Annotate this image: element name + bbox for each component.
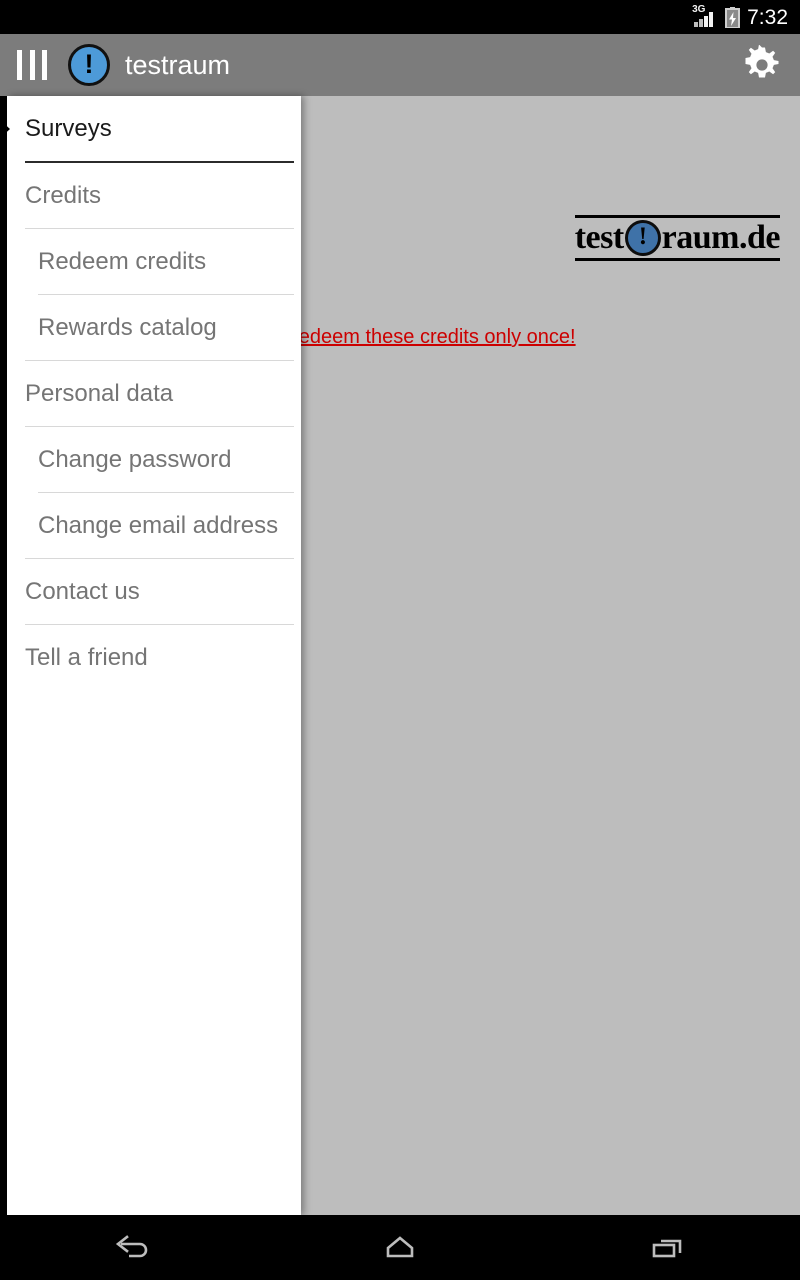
drawer-item-rewards-catalog[interactable]: Rewards catalog: [7, 295, 301, 360]
drawer-item-label: Change password: [38, 445, 232, 473]
app-title: testraum: [125, 50, 231, 80]
gear-glyph: [745, 45, 779, 78]
back-icon[interactable]: [0, 1215, 267, 1280]
home-icon[interactable]: [267, 1215, 534, 1280]
signal-bars-glyph: [694, 12, 714, 27]
system-navigation-bar: [0, 1215, 800, 1280]
home-glyph: [386, 1235, 414, 1257]
drawer-item-label: Contact us: [25, 577, 140, 605]
drawer-item-label: Tell a friend: [25, 643, 148, 671]
drawer-item-contact-us[interactable]: Contact us: [7, 559, 301, 624]
navigation-drawer[interactable]: Surveys Credits Redeem credits Rewards cata…: [7, 96, 301, 1215]
site-logo-text-after: raum.de: [661, 219, 781, 256]
site-logo-mark-icon: !: [624, 220, 661, 256]
drawer-toggle-bar-1: [17, 50, 22, 80]
recents-icon[interactable]: [533, 1215, 800, 1280]
drawer-left-edge: [0, 96, 7, 1215]
drawer-toggle-bar-3: [42, 50, 47, 80]
drawer-item-change-email-address[interactable]: Change email address: [7, 493, 301, 558]
drawer-item-label: Surveys: [25, 114, 112, 142]
back-glyph: [116, 1234, 148, 1257]
drawer-item-personal-data[interactable]: Personal data: [7, 361, 301, 426]
battery-glyph: [725, 6, 741, 29]
drawer-toggle-icon[interactable]: [14, 48, 50, 82]
site-logo-text-before: test: [574, 219, 624, 256]
signal-bars-icon: 3G: [692, 5, 718, 28]
testraum-logo-icon: !: [68, 44, 110, 86]
drawer-item-label: Redeem credits: [38, 247, 207, 275]
drawer-item-label: Change email address: [38, 511, 279, 539]
logo-exclamation-glyph: !: [84, 49, 94, 79]
gear-icon[interactable]: [740, 43, 784, 87]
status-bar-clock: 7:32: [747, 5, 788, 29]
drawer-item-tell-a-friend[interactable]: Tell a friend: [7, 625, 301, 690]
status-bar-icons: 3G 7:32: [692, 5, 788, 29]
app-bar: ! testraum: [0, 34, 800, 96]
drawer-toggle-bar-2: [29, 50, 35, 80]
drawer-item-credits[interactable]: Credits: [7, 163, 301, 228]
drawer-item-label: Rewards catalog: [38, 313, 217, 341]
drawer-item-label: Credits: [25, 181, 102, 209]
site-logo-exclamation-glyph: !: [638, 223, 647, 250]
drawer-item-change-password[interactable]: Change password: [7, 427, 301, 492]
recents-glyph: [652, 1239, 681, 1257]
selected-item-marker-icon: [7, 119, 10, 138]
drawer-item-redeem-credits[interactable]: Redeem credits: [7, 229, 301, 294]
battery-charging-icon: [725, 6, 741, 29]
drawer-item-label: Personal data: [25, 379, 174, 407]
site-logo: test ! raum.de: [574, 215, 781, 261]
status-bar: 3G 7:32: [0, 0, 800, 34]
drawer-item-surveys[interactable]: Surveys: [7, 96, 301, 161]
drawer-item-list: Surveys Credits Redeem credits Rewards cata…: [7, 96, 301, 690]
